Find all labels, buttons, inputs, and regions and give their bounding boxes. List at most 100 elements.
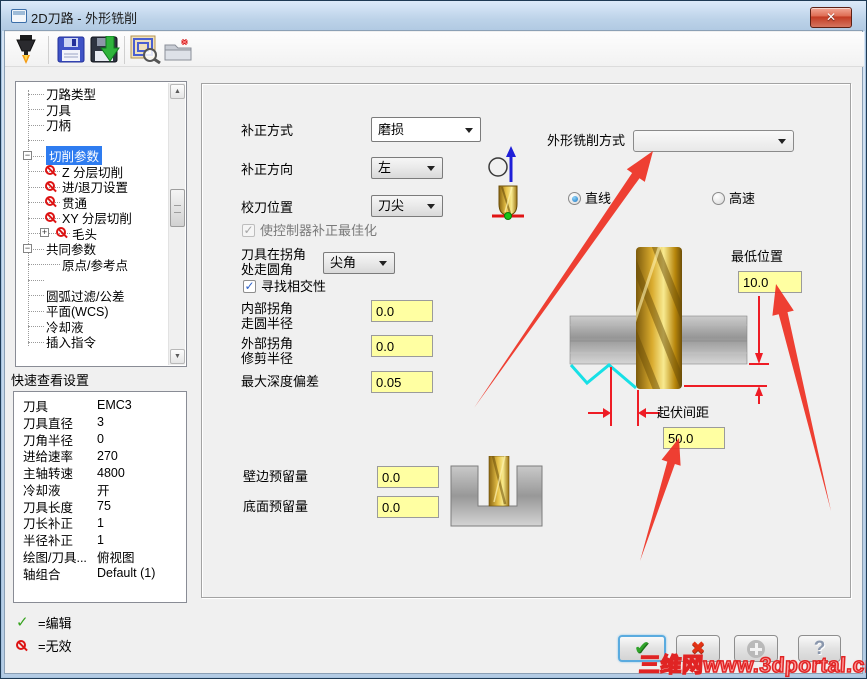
outer-corner-label-2: 修剪半径	[241, 351, 294, 366]
qv-value: 0	[97, 431, 104, 446]
find-intersect-checkbox[interactable]: ✓	[243, 280, 256, 293]
save-icon[interactable]	[57, 36, 85, 63]
inner-corner-label-2: 走圆半径	[241, 316, 294, 331]
tree-item[interactable]: 刀路类型	[16, 86, 168, 102]
wall-stock-input[interactable]	[377, 466, 439, 488]
contour-style-label: 外形铣削方式	[547, 133, 626, 148]
tree-scrollbar[interactable]: ▲ ▼	[168, 83, 185, 365]
radio-highspeed[interactable]	[712, 192, 725, 205]
delete-operation-icon[interactable]	[164, 38, 196, 63]
corner-round-label-2: 处走圆角	[241, 262, 294, 277]
disabled-icon	[45, 211, 55, 222]
tool-tip-diagram-icon	[492, 185, 524, 220]
radio-line-label[interactable]: 直线	[585, 191, 611, 206]
collapse-icon[interactable]: −	[23, 243, 32, 253]
radio-line[interactable]	[568, 192, 581, 205]
legend-invalid-label: =无效	[38, 639, 72, 654]
tree-rows: 刀路类型 刀具 刀柄 − 切削参数 Z 分层切削 进/退刀设置 贯通 XY 分层切削 + 毛头 − 共同…	[16, 86, 168, 366]
floor-stock-label: 底面预留量	[243, 499, 309, 514]
chevron-down-icon	[427, 204, 435, 209]
zoom-window-icon[interactable]	[130, 35, 162, 64]
quick-view-row: 进给速率 270	[23, 447, 186, 465]
legend-edit-label: =编辑	[38, 616, 72, 631]
find-intersect-label[interactable]: 寻找相交性	[261, 279, 326, 294]
watermark: 三维网www.3dportal.cn	[638, 653, 867, 678]
comp-dir-label: 补正方向	[241, 162, 294, 177]
tool-icon[interactable]	[14, 34, 38, 64]
comp-type-label: 补正方式	[241, 123, 294, 138]
scroll-up-icon[interactable]: ▲	[170, 84, 185, 99]
tree-item[interactable]: 刀具	[16, 102, 168, 118]
undulate-label: 起伏间距	[657, 405, 710, 420]
outer-corner-input[interactable]	[371, 335, 433, 357]
scroll-thumb[interactable]	[170, 189, 185, 227]
scroll-down-icon[interactable]: ▼	[170, 349, 185, 364]
comp-dir-combo[interactable]: 左	[371, 157, 443, 179]
toolbar-separator	[124, 36, 125, 64]
qv-value: 270	[97, 448, 118, 463]
expand-icon[interactable]: +	[40, 228, 49, 237]
qv-value: Default (1)	[97, 566, 156, 581]
quick-view-title: 快速查看设置	[11, 373, 90, 388]
title-bar[interactable]: 2D刀路 - 外形铣削 ✕	[1, 1, 866, 31]
quick-view-row: 半径补正 1	[23, 531, 186, 549]
contour-style-combo[interactable]	[633, 130, 794, 152]
qv-value: EMC3	[97, 398, 132, 413]
comp-type-value: 磨损	[378, 122, 405, 137]
corner-round-value: 尖角	[330, 255, 357, 270]
qv-value: 4800	[97, 465, 125, 480]
tree-item[interactable]: 原点/参考点	[16, 257, 168, 273]
dialog-window: 2D刀路 - 外形铣削 ✕ 刀路类型 刀具 刀柄 − 切削参数 Z 分层切削 进…	[0, 0, 867, 679]
close-button[interactable]: ✕	[810, 7, 852, 28]
comp-dir-value: 左	[378, 160, 392, 175]
edit-check-icon: ✓	[16, 614, 29, 631]
qv-value: 俯视图	[97, 551, 135, 566]
optimize-checkbox[interactable]: ✓	[242, 224, 255, 237]
tree-item[interactable]: 平面(WCS)	[16, 303, 168, 319]
quick-view-panel: 刀具 EMC3 刀具直径 3 刀角半径 0 进给速率 270 主轴转速 4800 冷却液开刀具长度 7…	[13, 391, 187, 603]
tip-comp-label: 校刀位置	[241, 200, 294, 215]
undulate-input[interactable]	[663, 427, 725, 449]
qv-label: 轴组合	[23, 567, 61, 582]
disabled-icon	[45, 196, 55, 206]
chevron-down-icon	[427, 166, 435, 171]
quick-view-row: 刀具长度 75	[23, 498, 186, 515]
window-icon	[11, 9, 27, 23]
tree-item[interactable]: 插入指令	[16, 334, 168, 350]
disabled-icon	[45, 180, 55, 191]
quick-view-row: 轴组合 Default (1)	[23, 565, 186, 582]
collapse-icon[interactable]: −	[23, 150, 32, 160]
tip-comp-combo[interactable]: 刀尖	[371, 195, 443, 217]
corner-round-label-1: 刀具在拐角	[241, 247, 307, 262]
parameter-tree: 刀路类型 刀具 刀柄 − 切削参数 Z 分层切削 进/退刀设置 贯通 XY 分层切削 + 毛头 − 共同…	[15, 81, 187, 367]
quick-view-row: 刀具 EMC3	[23, 397, 186, 414]
qv-value: 1	[97, 515, 104, 530]
tree-item[interactable]: 刀柄	[16, 117, 168, 133]
disabled-icon	[45, 165, 55, 175]
qv-value: 开	[97, 483, 110, 498]
corner-round-combo[interactable]: 尖角	[323, 252, 395, 274]
quick-view-row: 刀角半径 0	[23, 431, 186, 448]
save-export-icon[interactable]	[90, 36, 120, 63]
max-depth-input[interactable]	[371, 371, 433, 393]
floor-stock-input[interactable]	[377, 496, 439, 518]
disabled-icon	[56, 227, 66, 237]
qv-value: 1	[97, 532, 104, 547]
tree-item[interactable]: 进/退刀设置	[16, 179, 168, 195]
qv-value: 75	[97, 499, 111, 514]
quick-view-row: 刀长补正 1	[23, 515, 186, 532]
window-title: 2D刀路 - 外形铣削	[31, 11, 138, 26]
inner-corner-label-1: 内部拐角	[241, 301, 294, 316]
quick-view-row: 冷却液开	[23, 481, 186, 498]
radio-highspeed-label[interactable]: 高速	[729, 191, 755, 206]
invalid-icon	[16, 640, 26, 650]
optimize-label[interactable]: 使控制器补正最佳化	[260, 223, 377, 238]
direction-diagram-icon	[488, 146, 516, 182]
comp-type-combo[interactable]: 磨损	[371, 117, 481, 142]
outer-corner-label-1: 外部拐角	[241, 336, 294, 351]
chevron-down-icon	[778, 139, 786, 144]
toolbar-separator	[48, 36, 49, 64]
inner-corner-input[interactable]	[371, 300, 433, 322]
qv-value: 3	[97, 415, 104, 430]
max-depth-label: 最大深度偏差	[241, 374, 320, 389]
